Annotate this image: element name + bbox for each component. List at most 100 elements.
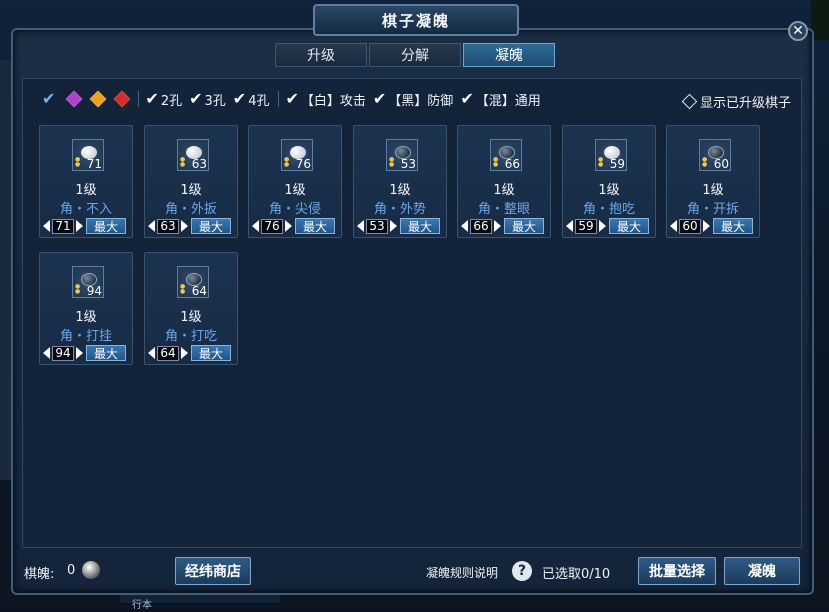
piece-card[interactable]: ● ● 59 1级 角・抱吃 59 最大 bbox=[562, 125, 656, 238]
chess-piece-icon[interactable]: ● ● 66 bbox=[490, 139, 522, 171]
max-button[interactable]: 最大 bbox=[86, 218, 126, 234]
check-icon: ✔ bbox=[285, 89, 299, 108]
piece-count: 63 bbox=[191, 157, 207, 171]
chess-piece-icon[interactable]: ● ● 59 bbox=[595, 139, 627, 171]
decrease-arrow-icon[interactable] bbox=[357, 220, 364, 232]
piece-name: 角・整眼 bbox=[477, 202, 530, 217]
quantity-input[interactable]: 60 bbox=[679, 218, 701, 234]
piece-card[interactable]: ● ● 66 1级 角・整眼 66 最大 bbox=[457, 125, 551, 238]
filter-white-attack-checkbox[interactable]: ✔ 【白】攻击 bbox=[285, 90, 365, 109]
soul-stone-icon bbox=[82, 561, 100, 579]
piece-card[interactable]: ● ● 64 1级 角・打吃 64 最大 bbox=[144, 252, 238, 365]
check-icon: ✔ bbox=[42, 89, 56, 108]
chess-piece-icon[interactable]: ● ● 53 bbox=[386, 139, 418, 171]
decrease-arrow-icon[interactable] bbox=[461, 220, 468, 232]
quantity-input[interactable]: 64 bbox=[157, 345, 179, 361]
increase-arrow-icon[interactable] bbox=[703, 220, 710, 232]
decrease-arrow-icon[interactable] bbox=[43, 347, 50, 359]
decrease-arrow-icon[interactable] bbox=[148, 220, 155, 232]
quantity-input[interactable]: 63 bbox=[157, 218, 179, 234]
quantity-stepper: 63 最大 bbox=[148, 218, 231, 234]
help-icon[interactable]: ? bbox=[512, 561, 532, 581]
piece-count: 66 bbox=[504, 157, 520, 171]
piece-card[interactable]: ● ● 71 1级 角・不入 71 最大 bbox=[39, 125, 133, 238]
filter-2-holes-label: 2孔 bbox=[160, 93, 183, 109]
batch-select-button[interactable]: 批量选择 bbox=[638, 557, 716, 585]
piece-card[interactable]: ● ● 53 1级 角・外势 53 最大 bbox=[353, 125, 447, 238]
filter-2-holes-checkbox[interactable]: ✔ 2孔 bbox=[145, 90, 182, 109]
close-button[interactable]: ✕ bbox=[788, 21, 808, 41]
max-button[interactable]: 最大 bbox=[191, 345, 231, 361]
divider bbox=[278, 91, 280, 107]
filter-mixed-general-checkbox[interactable]: ✔ 【混】通用 bbox=[460, 90, 540, 109]
tab-decompose[interactable]: 分解 bbox=[369, 43, 461, 67]
piece-count: 64 bbox=[191, 284, 207, 298]
increase-arrow-icon[interactable] bbox=[76, 347, 83, 359]
piece-card[interactable]: ● ● 63 1级 角・外扳 63 最大 bbox=[144, 125, 238, 238]
tab-upgrade[interactable]: 升级 bbox=[275, 43, 367, 67]
increase-arrow-icon[interactable] bbox=[76, 220, 83, 232]
dialog-title: 棋子凝魄 bbox=[313, 4, 519, 36]
max-button[interactable]: 最大 bbox=[713, 218, 753, 234]
quantity-input[interactable]: 53 bbox=[366, 218, 388, 234]
filter-4-holes-checkbox[interactable]: ✔ 4孔 bbox=[233, 90, 270, 109]
filter-3-holes-checkbox[interactable]: ✔ 3孔 bbox=[189, 90, 226, 109]
hole-dots-icon: ● ● bbox=[180, 156, 186, 168]
filter-white-attack-label: 【白】攻击 bbox=[300, 93, 366, 109]
max-button[interactable]: 最大 bbox=[86, 345, 126, 361]
decrease-arrow-icon[interactable] bbox=[670, 220, 677, 232]
decrease-arrow-icon[interactable] bbox=[252, 220, 259, 232]
quantity-input[interactable]: 59 bbox=[575, 218, 597, 234]
filter-black-defense-checkbox[interactable]: ✔ 【黑】防御 bbox=[373, 90, 453, 109]
gem-orange-icon[interactable] bbox=[89, 90, 107, 108]
chess-piece-icon[interactable]: ● ● 71 bbox=[72, 139, 104, 171]
decrease-arrow-icon[interactable] bbox=[148, 347, 155, 359]
filter-black-defense-label: 【黑】防御 bbox=[388, 93, 454, 109]
max-button[interactable]: 最大 bbox=[609, 218, 649, 234]
piece-card[interactable]: ● ● 76 1级 角・尖侵 76 最大 bbox=[248, 125, 342, 238]
check-icon: ✔ bbox=[189, 89, 203, 108]
chess-piece-icon[interactable]: ● ● 63 bbox=[177, 139, 209, 171]
gem-purple-icon[interactable] bbox=[65, 90, 83, 108]
quantity-stepper: 66 最大 bbox=[461, 218, 544, 234]
hole-dots-icon: ● ● bbox=[389, 156, 395, 168]
increase-arrow-icon[interactable] bbox=[285, 220, 292, 232]
max-button[interactable]: 最大 bbox=[504, 218, 544, 234]
gem-red-icon[interactable] bbox=[113, 90, 131, 108]
decrease-arrow-icon[interactable] bbox=[43, 220, 50, 232]
max-button[interactable]: 最大 bbox=[295, 218, 335, 234]
max-button[interactable]: 最大 bbox=[400, 218, 440, 234]
quantity-input[interactable]: 71 bbox=[52, 218, 74, 234]
piece-card[interactable]: ● ● 60 1级 角・开拆 60 最大 bbox=[666, 125, 760, 238]
quantity-input[interactable]: 66 bbox=[470, 218, 492, 234]
piece-level: 1级 bbox=[389, 183, 411, 198]
filter-4-holes-label: 4孔 bbox=[248, 93, 270, 109]
decrease-arrow-icon[interactable] bbox=[566, 220, 573, 232]
shop-button[interactable]: 经纬商店 bbox=[175, 557, 251, 585]
show-upgraded-label: 显示已升级棋子 bbox=[700, 96, 792, 111]
increase-arrow-icon[interactable] bbox=[181, 220, 188, 232]
piece-name: 角・抱吃 bbox=[582, 202, 635, 217]
condense-button[interactable]: 凝魄 bbox=[724, 557, 800, 585]
chess-piece-icon[interactable]: ● ● 64 bbox=[177, 266, 209, 298]
max-button[interactable]: 最大 bbox=[191, 218, 231, 234]
chess-piece-icon[interactable]: ● ● 60 bbox=[699, 139, 731, 171]
chess-piece-icon[interactable]: ● ● 94 bbox=[72, 266, 104, 298]
chess-piece-icon[interactable]: ● ● 76 bbox=[281, 139, 313, 171]
increase-arrow-icon[interactable] bbox=[390, 220, 397, 232]
increase-arrow-icon[interactable] bbox=[494, 220, 501, 232]
piece-level: 1级 bbox=[180, 310, 202, 325]
quantity-input[interactable]: 76 bbox=[261, 218, 283, 234]
tab-condense[interactable]: 凝魄 bbox=[463, 43, 555, 67]
quantity-stepper: 53 最大 bbox=[357, 218, 440, 234]
increase-arrow-icon[interactable] bbox=[181, 347, 188, 359]
piece-card[interactable]: ● ● 94 1级 角・打挂 94 最大 bbox=[39, 252, 133, 365]
filter-all-colors-checkbox[interactable]: ✔ bbox=[42, 91, 57, 107]
quantity-stepper: 60 最大 bbox=[670, 218, 753, 234]
piece-count: 94 bbox=[86, 284, 102, 298]
increase-arrow-icon[interactable] bbox=[599, 220, 606, 232]
hole-dots-icon: ● ● bbox=[493, 156, 499, 168]
show-upgraded-checkbox[interactable]: 显示已升级棋子 bbox=[681, 92, 792, 111]
quantity-input[interactable]: 94 bbox=[52, 345, 74, 361]
quantity-stepper: 64 最大 bbox=[148, 345, 231, 361]
